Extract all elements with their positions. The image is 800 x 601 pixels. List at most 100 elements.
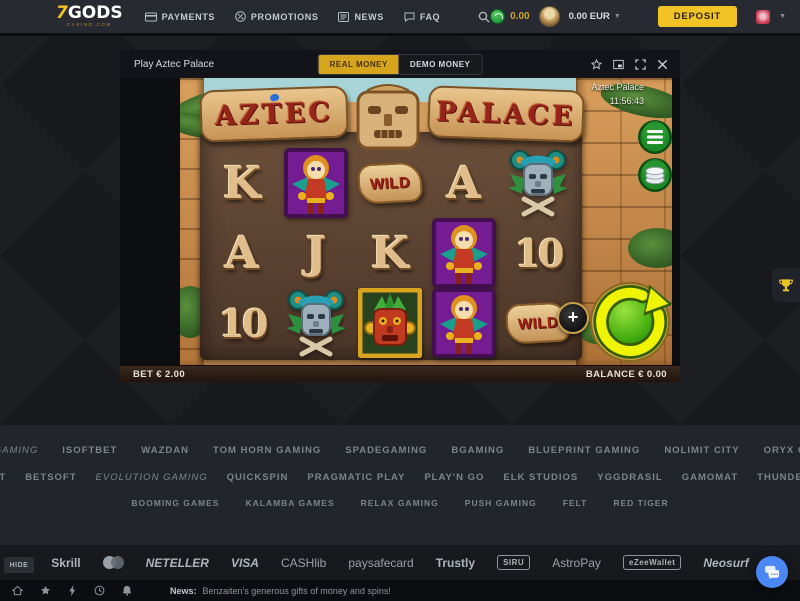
provider-logo-spadegaming: Spadegaming: [345, 445, 427, 456]
reel-symbol-mask_blue: [501, 148, 575, 218]
chevron-down-icon: ▼: [614, 13, 621, 20]
provider-logo-thunderkick: THUNDERKICK: [757, 472, 800, 483]
reel-symbol-10: 10: [205, 288, 279, 358]
payment-logo-siru: SIRU: [497, 555, 530, 570]
reel-symbol-mask_blue: [279, 288, 353, 358]
logo-slab-palace: PALACE: [427, 85, 585, 142]
overlay-game-title: Aztec Palace: [591, 81, 644, 95]
reel-symbol-j: J: [279, 218, 353, 288]
providers-section: MicrogamingiSOFTBETWAZDANtom horn gaming…: [0, 425, 800, 545]
account-area: 0.00 0.00 EUR ▼ DEPOSIT ▼: [490, 6, 786, 27]
tournaments-tab[interactable]: [772, 268, 800, 302]
casino-page: 7GODS CASINO.COM PAYMENTS PROMOTIONS NEW…: [0, 0, 800, 601]
tab-real-money[interactable]: REAL MONEY: [319, 55, 399, 74]
provider-logo-kalamba-games: KALAMBA GAMES: [245, 498, 334, 508]
nav-item-payments[interactable]: PAYMENTS: [145, 12, 215, 22]
nav-item-label: FAQ: [420, 12, 440, 22]
payment-logo-cashlib: CASHlib: [281, 556, 326, 570]
chat-icon: [764, 565, 780, 579]
payment-logo-visa: VISA: [231, 556, 259, 570]
provider-logo-tom-horn-gaming: tom horn gaming: [213, 445, 321, 456]
provider-logo-elk-studios: ELK STUDIOS: [503, 472, 578, 483]
bet-balance-bar: BET € 2.00 BALANCE € 0.00: [120, 365, 680, 382]
news-text: Benzaiten's generous gifts of money and …: [203, 586, 391, 596]
nav-item-news[interactable]: NEWS: [338, 12, 383, 22]
provider-logo-felt: FELT: [563, 498, 588, 508]
provider-logo-red-tiger: RED TIGER: [613, 498, 668, 508]
payment-logo-mastercard: [103, 556, 124, 569]
loyalty-points[interactable]: 0.00: [490, 9, 529, 24]
nav-item-faq[interactable]: FAQ: [404, 12, 440, 22]
balance-dropdown[interactable]: 0.00 EUR ▼: [569, 11, 621, 22]
lightning-icon[interactable]: [68, 585, 77, 596]
brand-logo-text: 7GODS: [56, 5, 123, 22]
providers-row-3: BOOMING GAMESKALAMBA GAMESRELAX GAMINGPU…: [0, 498, 800, 508]
logo-text-aztec: AZTEC: [215, 96, 334, 131]
logo-text-palace: PALACE: [436, 96, 576, 132]
game-logo-banner: AZTEC: [192, 80, 592, 152]
trophy-icon: [778, 277, 794, 293]
game-coins-button[interactable]: [637, 157, 672, 193]
money-mode-tabs: REAL MONEY DEMO MONEY: [318, 54, 483, 75]
home-icon[interactable]: [12, 585, 23, 596]
history-clock-icon[interactable]: [94, 585, 105, 596]
payment-logo-neteller: NETELLER: [146, 556, 209, 570]
provider-logo-quickspin: QUICKSPIN: [227, 472, 289, 483]
provider-logo-microgaming: Microgaming: [0, 445, 38, 456]
payment-logo-paysafecard: paysafecard: [348, 556, 413, 570]
live-chat-button[interactable]: [756, 556, 788, 588]
user-avatar[interactable]: [539, 6, 560, 27]
star-icon[interactable]: [40, 585, 51, 596]
nav-item-label: PROMOTIONS: [251, 12, 319, 22]
points-value: 0.00: [510, 11, 529, 22]
provider-logo-betsoft: BETSOFT: [25, 472, 76, 483]
country-flag-icon[interactable]: [756, 10, 770, 24]
reel-symbol-mask_red: [353, 288, 427, 358]
tab-demo-money[interactable]: DEMO MONEY: [399, 55, 482, 74]
stone-mask-icon: [344, 80, 432, 152]
provider-logo-evolution-gaming: Evolution Gaming: [96, 472, 208, 483]
favorite-star-icon[interactable]: [591, 59, 602, 70]
main-menu: PAYMENTS PROMOTIONS NEWS FAQ: [145, 11, 491, 23]
provider-logo-gamomat: GAMOMAT: [682, 472, 738, 483]
provider-logo-yggdrasil: YGGDRASIL: [597, 472, 662, 483]
balance-value: 0.00 EUR: [569, 11, 610, 22]
reel-symbol-idol_purple: [427, 288, 501, 358]
reel-symbol-idol_purple: [427, 218, 501, 288]
payment-logo-astropay: AstroPay: [552, 556, 601, 570]
spin-button[interactable]: [589, 281, 671, 363]
nav-item-label: PAYMENTS: [162, 12, 215, 22]
deposit-button[interactable]: DEPOSIT: [658, 6, 737, 27]
fullscreen-icon[interactable]: [635, 59, 646, 70]
provider-logo-bgaming: BGAMING: [451, 445, 504, 456]
chat-bubble-icon: [404, 12, 415, 22]
hide-ticker-tab[interactable]: HIDE: [4, 557, 34, 573]
brand-logo[interactable]: 7GODS CASINO.COM: [56, 5, 123, 28]
theater-mode-icon[interactable]: [613, 59, 624, 70]
slot-scene: K WILDA AJK 1010: [180, 78, 672, 365]
bet-plus-button[interactable]: +: [557, 302, 589, 334]
game-menu-button[interactable]: [637, 119, 672, 155]
game-balance-amount: BALANCE € 0.00: [586, 369, 667, 380]
bell-icon[interactable]: [122, 585, 132, 596]
card-icon: [145, 12, 157, 22]
reel-symbol-k: K: [353, 218, 427, 288]
news-label: News:: [170, 586, 197, 596]
search-icon[interactable]: [478, 11, 490, 23]
provider-logo-isoftbet: iSOFTBET: [62, 445, 117, 456]
green-coin-icon: [490, 9, 505, 24]
provider-logo-netent: NETENT: [0, 472, 6, 483]
provider-logo-play-n-go: PLAY'n GO: [424, 472, 484, 483]
newspaper-icon: [338, 12, 349, 22]
language-chevron-icon[interactable]: ▼: [779, 13, 786, 20]
promo-icon: [235, 11, 246, 22]
close-icon[interactable]: [657, 59, 668, 70]
payment-logo-neosurf: Neosurf: [703, 556, 748, 570]
reel-symbol-a: A: [205, 218, 279, 288]
game-header: Play Aztec Palace REAL MONEY DEMO MONEY: [120, 50, 680, 78]
provider-logo-nolimit-city: NOLIMIT CITY: [664, 445, 739, 456]
nav-item-promotions[interactable]: PROMOTIONS: [235, 11, 319, 22]
provider-logo-oryx-gaming: ORYX GAMING: [764, 445, 800, 456]
game-window-controls: [591, 59, 668, 70]
reel-symbol-a: A: [427, 148, 501, 218]
